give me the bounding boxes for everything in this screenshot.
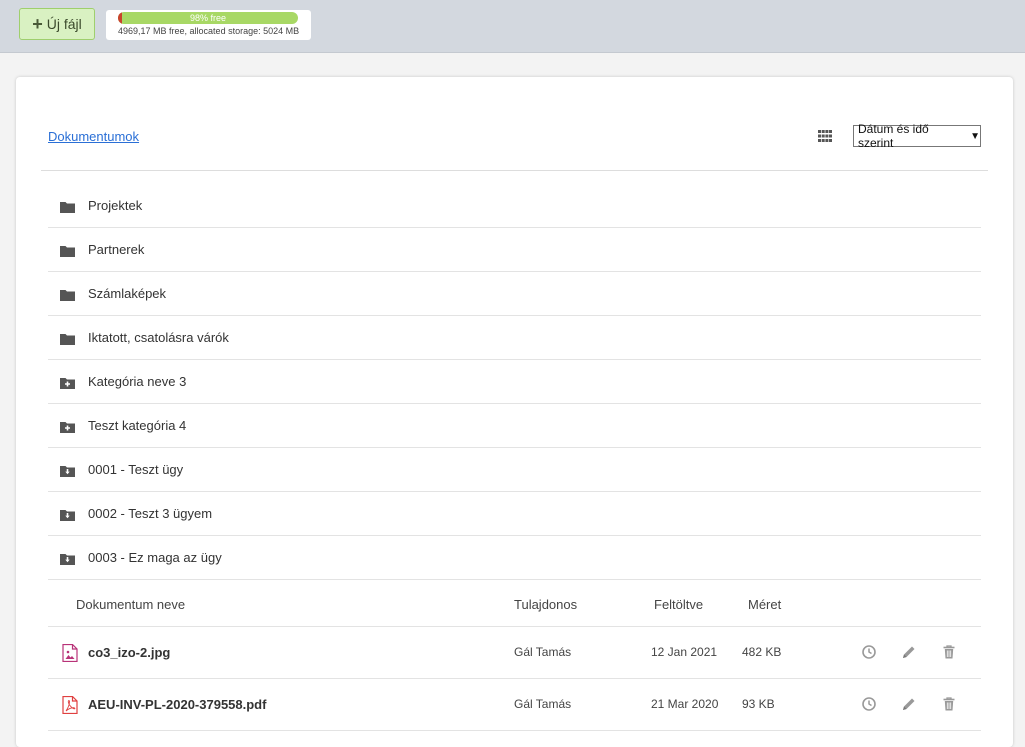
folder-label: Projektek <box>88 198 143 213</box>
chevron-down-icon: ▼ <box>970 130 980 142</box>
column-header-size[interactable]: Méret <box>748 597 781 612</box>
folder-row[interactable]: Számlaképek <box>48 272 981 316</box>
folder-row[interactable]: 0003 - Ez maga az ügy <box>48 536 981 580</box>
edit-icon[interactable] <box>901 644 917 660</box>
folder-plus-icon <box>60 376 75 389</box>
folder-icon <box>60 200 75 213</box>
folder-download-icon <box>60 464 75 477</box>
storage-bar: 98% free <box>118 12 298 24</box>
file-table-header: Dokumentum neve Tulajdonos Feltöltve Mér… <box>48 582 981 627</box>
folder-label: 0001 - Teszt ügy <box>88 462 184 477</box>
folder-label: Iktatott, csatolásra várók <box>88 330 229 345</box>
folder-icon <box>60 288 75 301</box>
column-header-uploaded[interactable]: Feltöltve <box>654 597 703 612</box>
folder-download-icon <box>60 508 75 521</box>
table-row: AEU-INV-PL-2020-379558.pdf Gál Tamás 21 Ma… <box>48 679 981 731</box>
history-icon[interactable] <box>861 644 877 660</box>
trash-icon[interactable] <box>941 696 957 712</box>
file-uploaded-date: 21 Mar 2020 <box>651 697 719 711</box>
folder-list: Projektek Partnerek Számlaképek Iktatott, c… <box>48 184 981 580</box>
folder-row[interactable]: 0001 - Teszt ügy <box>48 448 981 492</box>
file-owner: Gál Tamás <box>514 645 572 659</box>
folder-download-icon <box>60 552 75 565</box>
plus-icon: + <box>32 14 43 34</box>
sort-selected-value: Dátum és idő szerint <box>858 122 929 150</box>
folder-label: Partnerek <box>88 242 145 257</box>
folder-label: Teszt kategória 4 <box>88 418 187 433</box>
file-owner: Gál Tamás <box>514 697 572 711</box>
edit-icon[interactable] <box>901 696 917 712</box>
new-file-label: Új fájl <box>46 16 82 32</box>
folder-row[interactable]: 0002 - Teszt 3 ügyem <box>48 492 981 536</box>
table-row: co3_izo-2.jpg Gál Tamás 12 Jan 2021 482 KB <box>48 627 981 679</box>
file-size: 93 KB <box>742 697 775 711</box>
trash-icon[interactable] <box>941 644 957 660</box>
file-name[interactable]: co3_izo-2.jpg <box>88 645 170 660</box>
storage-indicator: 98% free 4969,17 MB free, allocated stor… <box>106 10 311 40</box>
file-name[interactable]: AEU-INV-PL-2020-379558.pdf <box>88 697 266 712</box>
folder-icon <box>60 244 75 257</box>
folder-row[interactable]: Partnerek <box>48 228 981 272</box>
column-header-owner[interactable]: Tulajdonos <box>514 597 577 612</box>
storage-details: 4969,17 MB free, allocated storage: 5024… <box>118 26 300 36</box>
file-size: 482 KB <box>742 645 782 659</box>
folder-row[interactable]: Teszt kategória 4 <box>48 404 981 448</box>
sort-select[interactable]: Dátum és idő szerint ▼ <box>853 122 981 150</box>
folder-icon <box>60 332 75 345</box>
pdf-file-icon <box>62 695 78 715</box>
storage-free-text: 98% free <box>189 13 227 23</box>
folder-label: Számlaképek <box>88 286 167 301</box>
top-toolbar: + Új fájl 98% free 4969,17 MB free, allo… <box>0 0 1025 53</box>
breadcrumb-documents[interactable]: Dokumentumok <box>48 129 139 144</box>
folder-plus-icon <box>60 420 75 433</box>
documents-panel: Dokumentumok Dátum és idő szerint ▼ Proj… <box>16 77 1013 747</box>
new-file-button[interactable]: + Új fájl <box>19 8 95 40</box>
folder-row[interactable]: Iktatott, csatolásra várók <box>48 316 981 360</box>
grid-view-icon[interactable] <box>818 130 832 142</box>
folder-row[interactable]: Projektek <box>48 184 981 228</box>
folder-label: 0003 - Ez maga az ügy <box>88 550 222 565</box>
column-header-name[interactable]: Dokumentum neve <box>76 597 185 612</box>
file-uploaded-date: 12 Jan 2021 <box>651 645 718 659</box>
divider <box>41 170 988 171</box>
image-file-icon <box>62 643 78 663</box>
folder-row[interactable]: Kategória neve 3 <box>48 360 981 404</box>
history-icon[interactable] <box>861 696 877 712</box>
folder-label: 0002 - Teszt 3 ügyem <box>88 506 213 521</box>
folder-label: Kategória neve 3 <box>88 374 187 389</box>
